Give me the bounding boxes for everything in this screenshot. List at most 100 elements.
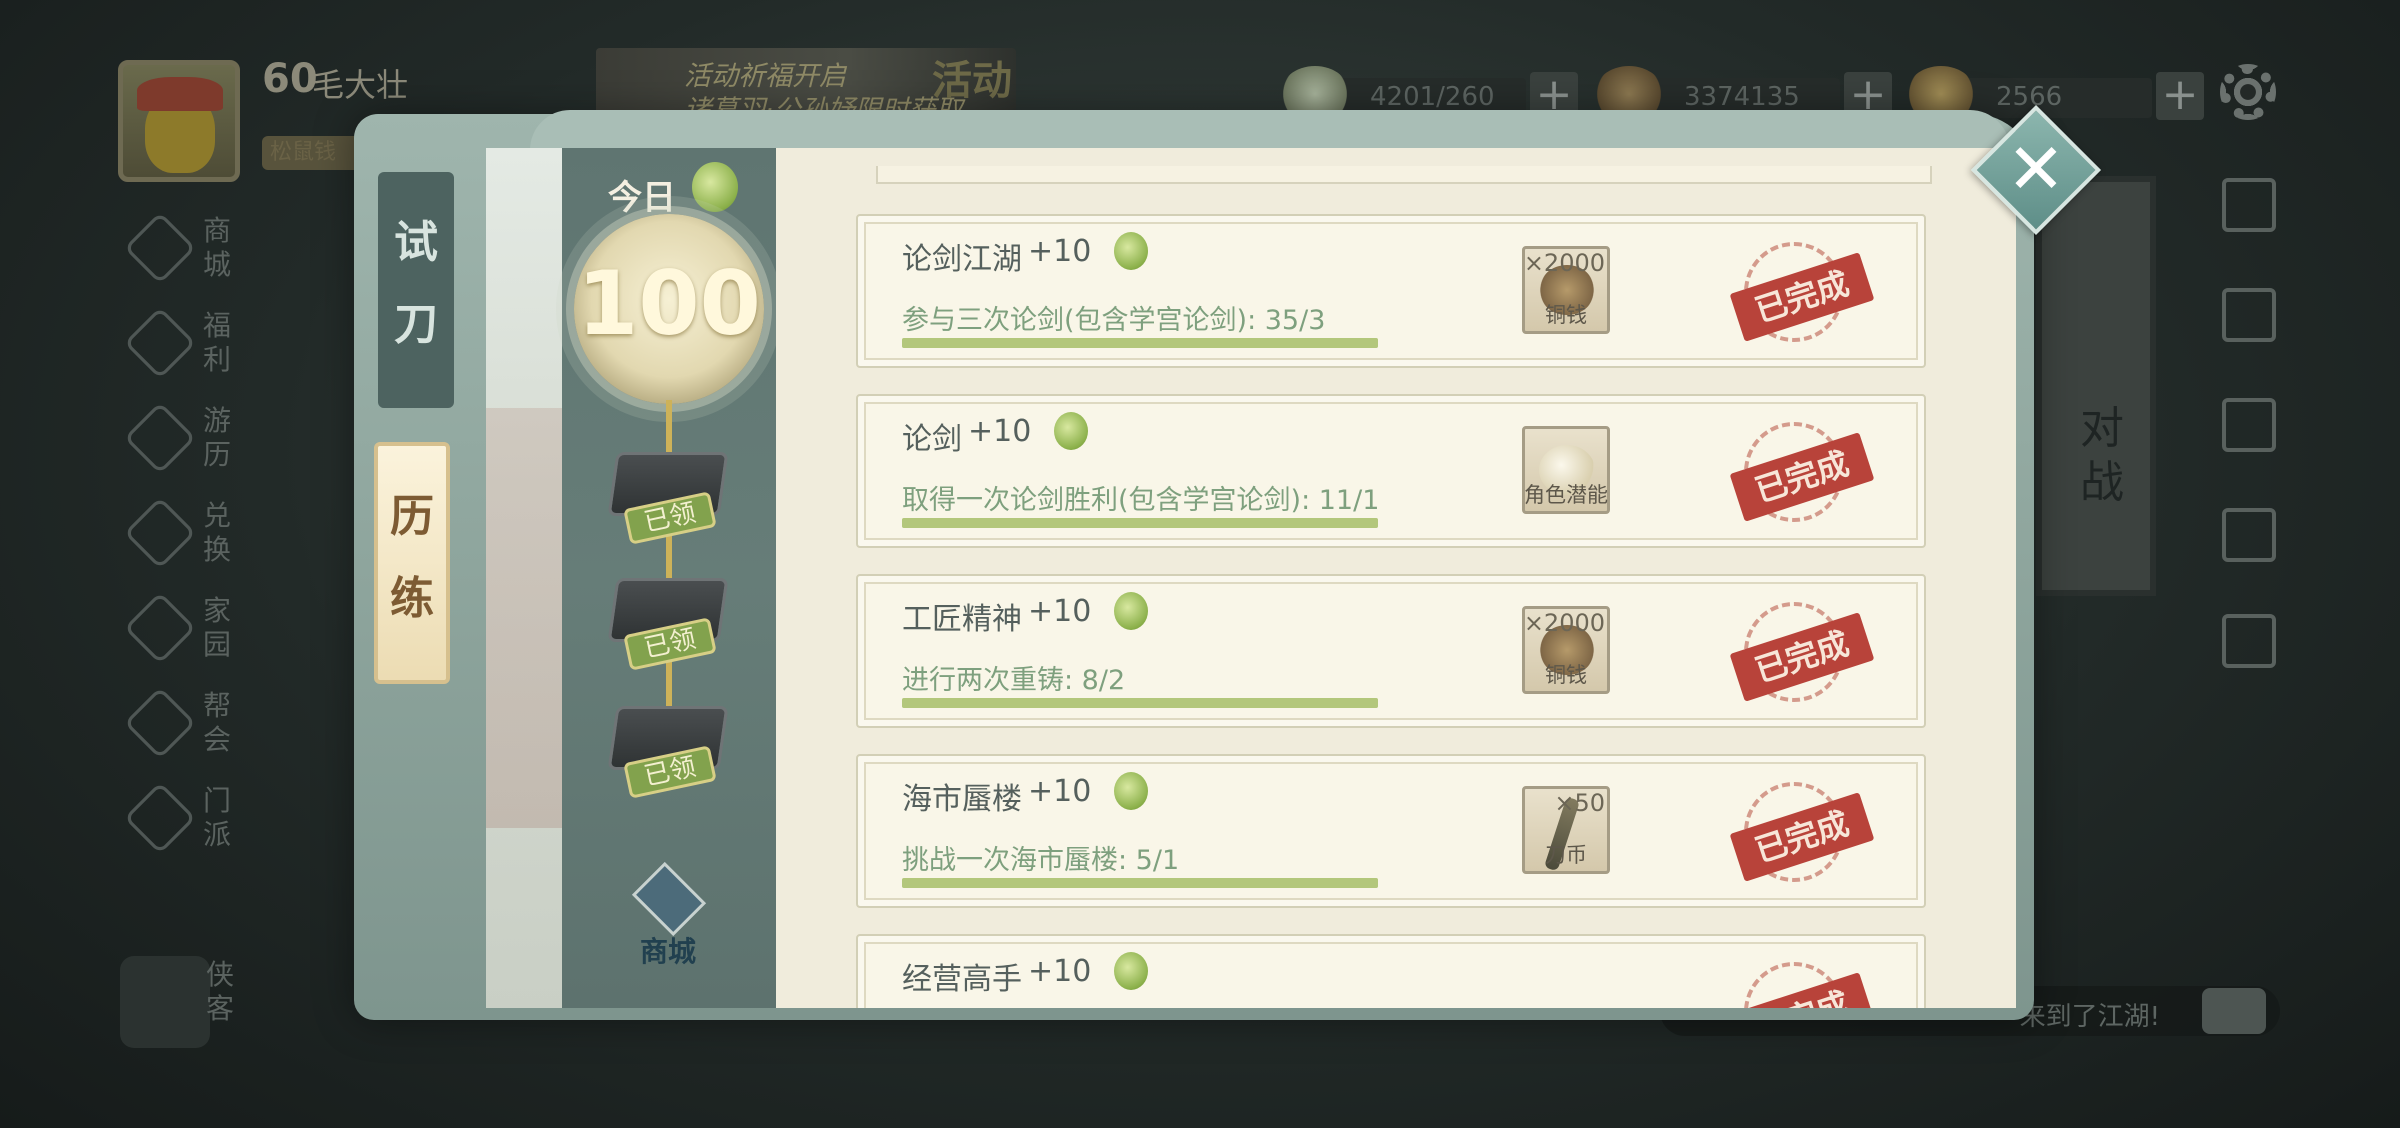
reward-item[interactable]: 角色潜能 (1522, 426, 1610, 514)
add-gold-button[interactable]: + (2156, 72, 2204, 120)
reward-name: 铜钱 (1545, 663, 1587, 687)
menu-label: 帮会 (202, 689, 231, 756)
horse-icon (123, 401, 197, 475)
cards-icon[interactable] (2222, 288, 2276, 342)
completed-stamp: 已完成 (1729, 962, 1875, 1008)
task-progress-bar (902, 518, 1378, 528)
task-row: 论剑江湖 +10 参与三次论剑(包含学宫论剑): 35/3 ×2000 铜钱 已… (856, 214, 1926, 368)
task-progress-bar (902, 698, 1378, 708)
reward-name: 刀币 (1545, 843, 1587, 867)
left-menu: 商城 福利 游历 兑换 家园 帮会 门派 (120, 206, 250, 871)
task-name: 论剑江湖 (902, 242, 1022, 277)
task-description: 挑战一次海市蜃楼: 5/1 (902, 845, 1180, 876)
task-points: +10 (1028, 234, 1092, 269)
task-row: 海市蜃楼 +10 挑战一次海市蜃楼: 5/1 ×50 刀币 已完成 (856, 754, 1926, 908)
menu-item-home[interactable]: 家园 (120, 586, 250, 681)
menu-item-guild[interactable]: 帮会 (120, 681, 250, 776)
menu-item-exchange[interactable]: 兑换 (120, 491, 250, 586)
completed-stamp: 已完成 (1729, 602, 1875, 702)
task-description: 进行两次重铸: 8/2 (902, 665, 1126, 696)
menu-label: 福利 (202, 309, 231, 376)
task-list[interactable]: 论剑江湖 +10 参与三次论剑(包含学宫论剑): 35/3 ×2000 铜钱 已… (776, 148, 2016, 1008)
guild-icon (123, 686, 197, 760)
home-icon (123, 591, 197, 665)
close-icon[interactable]: ✕ (1990, 124, 2082, 216)
chat-bubble-icon[interactable] (2202, 988, 2266, 1034)
completed-stamp: 已完成 (1729, 782, 1875, 882)
resource-value: 4201/260 (1370, 82, 1495, 112)
task-row: 工匠精神 +10 进行两次重铸: 8/2 ×2000 铜钱 已完成 (856, 574, 1926, 728)
task-points: +10 (1028, 594, 1092, 629)
fist-icon[interactable] (2222, 178, 2276, 232)
reward-name: 铜钱 (1545, 303, 1587, 327)
chat-message: 来到了江湖! (2019, 1002, 2160, 1032)
task-row: 经营高手 +10 已完成 (856, 934, 1926, 1008)
task-progress-fill (902, 518, 1378, 528)
task-points: +10 (968, 414, 1032, 449)
menu-label: 商城 (202, 214, 231, 281)
resource-value: 3374135 (1684, 82, 1800, 112)
avatar-hat (137, 77, 223, 111)
reward-name: 角色潜能 (1524, 483, 1608, 507)
task-row: 论剑 +10 取得一次论剑胜利(包含学宫论剑): 11/1 角色潜能 已完成 (856, 394, 1926, 548)
scroll-icon[interactable] (2222, 398, 2276, 452)
leaf-token-icon (1114, 592, 1148, 630)
menu-label: 游历 (202, 404, 231, 471)
hero-icon[interactable] (120, 956, 210, 1048)
today-score-circle: 100 (574, 214, 764, 404)
task-progress-bar (902, 338, 1378, 348)
completed-stamp: 已完成 (1729, 422, 1875, 522)
today-label: 今日 (608, 178, 676, 218)
leaf-token-icon (1054, 412, 1088, 450)
menu-label: 门派 (202, 784, 231, 851)
task-progress-fill (902, 878, 1378, 888)
reward-item[interactable]: ×2000 铜钱 (1522, 246, 1610, 334)
lotus-icon (123, 306, 197, 380)
menu-item-travel[interactable]: 游历 (120, 396, 250, 491)
task-name: 工匠精神 (902, 602, 1022, 637)
task-progress-bar (902, 878, 1378, 888)
reward-item[interactable]: ×50 刀币 (1522, 786, 1610, 874)
gear-icon[interactable] (2220, 64, 2276, 120)
menu-item-shop[interactable]: 商城 (120, 206, 250, 301)
menu-item-sect[interactable]: 门派 (120, 776, 250, 871)
leaf-token-icon (692, 162, 738, 212)
leaf-token-icon (1114, 952, 1148, 990)
task-description: 取得一次论剑胜利(包含学宫论剑): 11/1 (902, 485, 1380, 516)
leaf-token-icon (1114, 772, 1148, 810)
player-title-badge: 松鼠钱 (262, 136, 362, 170)
completed-stamp: 已完成 (1729, 242, 1875, 342)
duel-label: 对战 (2080, 403, 2124, 508)
tab-lilian[interactable]: 历练 (374, 442, 450, 684)
reward-count: ×2000 (1523, 609, 1605, 637)
task-name: 经营高手 (902, 962, 1022, 997)
player-name: 毛大壮 (312, 66, 409, 104)
exchange-icon (123, 496, 197, 570)
task-name: 海市蜃楼 (902, 782, 1022, 817)
reward-item[interactable]: ×2000 铜钱 (1522, 606, 1610, 694)
resource-value: 2566 (1996, 82, 2063, 112)
list-top-strip (876, 166, 1932, 184)
duel-scroll[interactable]: 对战 (2036, 176, 2156, 596)
player-avatar[interactable] (118, 60, 240, 182)
task-progress-fill (902, 338, 1378, 348)
task-progress-fill (902, 698, 1378, 708)
menu-item-welfare[interactable]: 福利 (120, 301, 250, 396)
reward-count: ×2000 (1523, 249, 1605, 277)
modal-top-frame (530, 110, 2010, 150)
sect-icon (123, 781, 197, 855)
menu-label-hero: 侠客 (206, 958, 235, 1025)
checklist-icon[interactable] (2222, 508, 2276, 562)
today-score: 100 (577, 252, 761, 355)
reward-count: ×50 (1554, 789, 1605, 817)
task-points: +10 (1028, 774, 1092, 809)
milestone-chain (666, 400, 672, 710)
tab-shidao[interactable]: 试刀 (378, 172, 454, 408)
task-points: +10 (1028, 954, 1092, 989)
shop-label[interactable]: 商城 (640, 930, 696, 970)
task-name: 论剑 (902, 422, 962, 457)
leaf-token-icon (1114, 232, 1148, 270)
task-description: 参与三次论剑(包含学宫论剑): 35/3 (902, 305, 1326, 336)
book-question-icon[interactable] (2222, 614, 2276, 668)
menu-label: 家园 (202, 594, 231, 661)
